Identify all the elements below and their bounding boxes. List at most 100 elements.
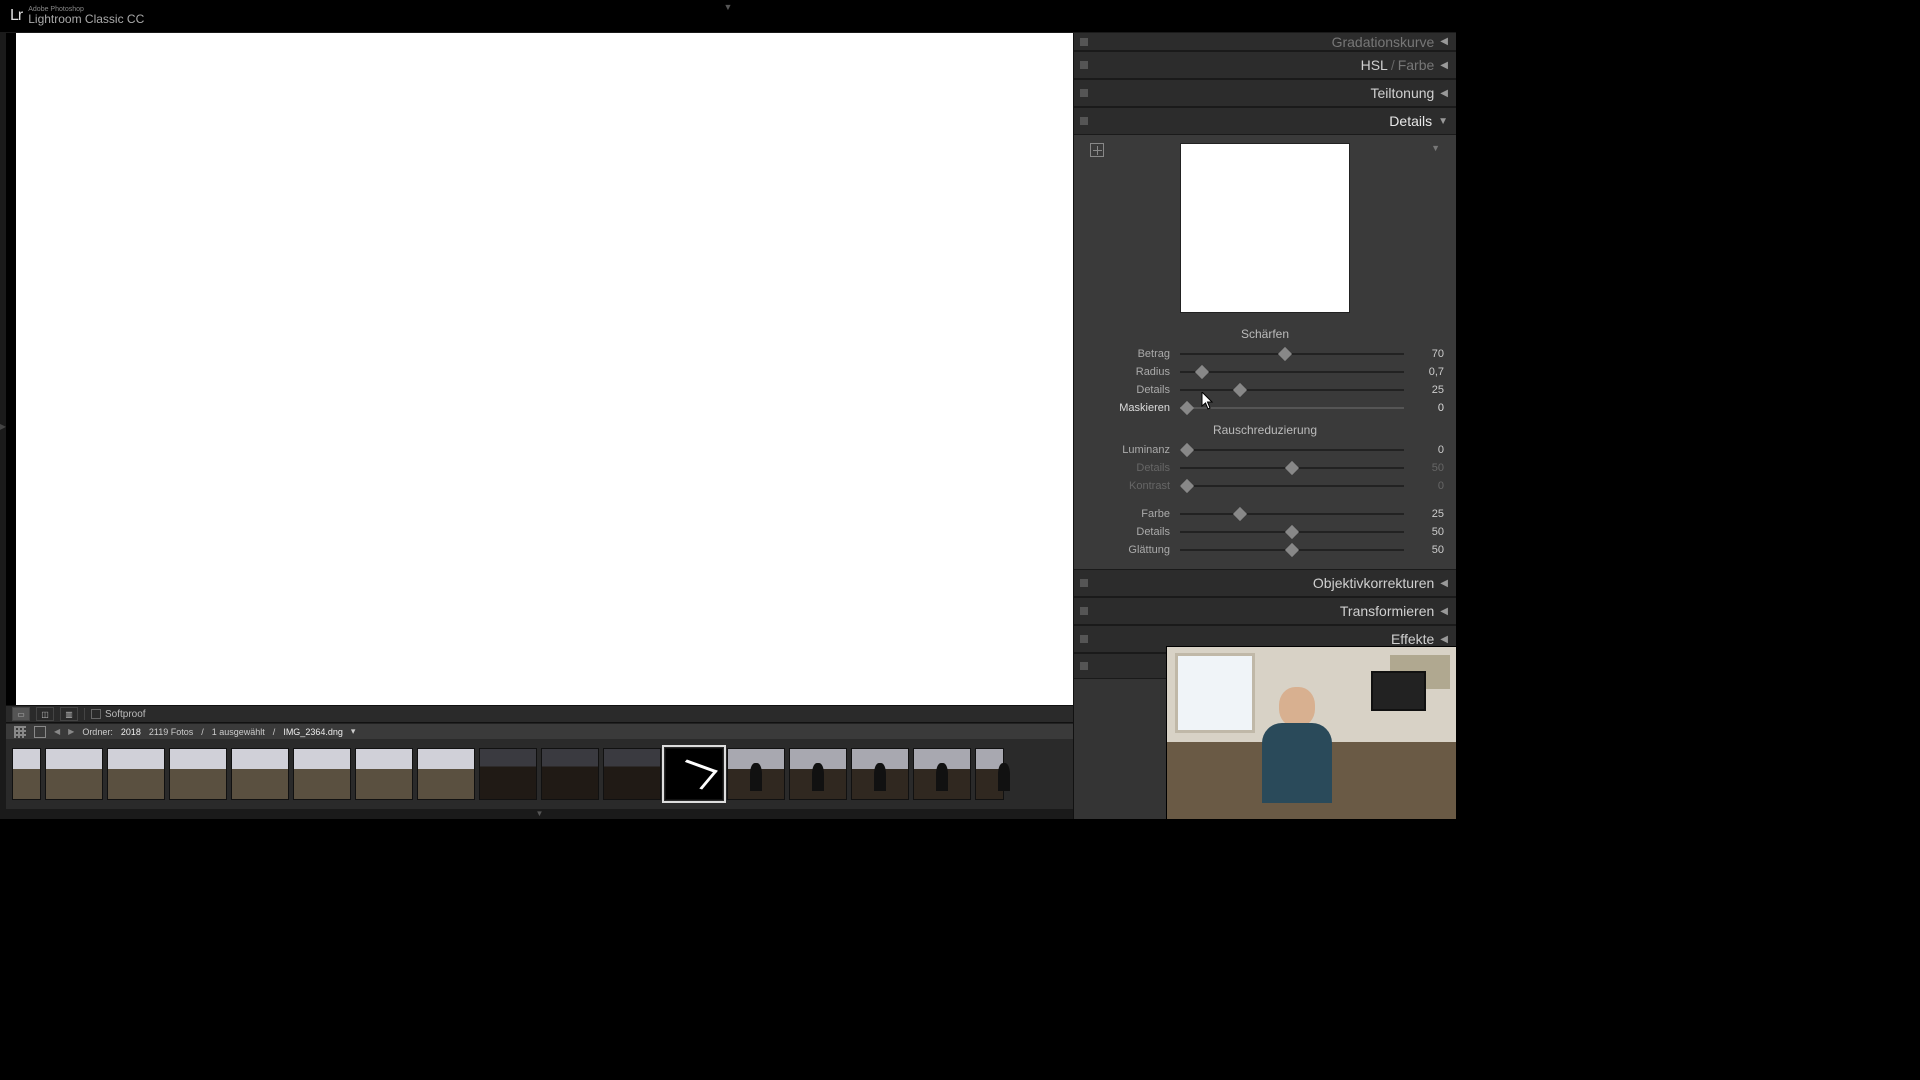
- thumbnail[interactable]: [479, 748, 537, 800]
- softproof-checkbox[interactable]: Softproof: [91, 709, 146, 720]
- panel-title: Details: [1389, 113, 1432, 129]
- view-survey-button[interactable]: ▥: [60, 707, 78, 721]
- filename-marker[interactable]: ▾: [351, 726, 356, 737]
- slider-label: Betrag: [1086, 348, 1176, 360]
- noise-color-row: Farbe 25: [1086, 505, 1444, 523]
- sharpen-masking-row: Maskieren 0: [1086, 399, 1444, 417]
- folder-name[interactable]: 2018: [121, 727, 141, 737]
- sharpen-section-title: Schärfen: [1086, 327, 1444, 341]
- thumbnail[interactable]: [789, 748, 847, 800]
- chevron-left-icon: ◀: [1440, 36, 1448, 47]
- chevron-left-icon: ◀: [1440, 60, 1448, 71]
- noise-section-title: Rauschreduzierung: [1086, 423, 1444, 437]
- thumbnail[interactable]: [417, 748, 475, 800]
- noise-color-smooth-row: Glättung 50: [1086, 541, 1444, 559]
- slider-label: Radius: [1086, 366, 1176, 378]
- thumbnail[interactable]: [293, 748, 351, 800]
- slider-label: Details: [1086, 526, 1176, 538]
- panel-lens-corrections[interactable]: Objektivkorrekturen ◀: [1074, 569, 1456, 597]
- sharpen-radius-slider[interactable]: [1180, 371, 1404, 373]
- panel-switch-icon[interactable]: [1080, 89, 1088, 97]
- thumbnail[interactable]: [913, 748, 971, 800]
- panel-transform[interactable]: Transformieren ◀: [1074, 597, 1456, 625]
- slider-value[interactable]: 50: [1408, 526, 1444, 538]
- slider-label: Details: [1086, 384, 1176, 396]
- view-loupe-button[interactable]: ▭: [12, 707, 30, 721]
- thumbnail[interactable]: [45, 748, 103, 800]
- slider-label: Details: [1086, 462, 1176, 474]
- slider-value[interactable]: 50: [1408, 544, 1444, 556]
- panel-switch-icon[interactable]: [1080, 635, 1088, 643]
- slider-value[interactable]: 0,7: [1408, 366, 1444, 378]
- thumbnail[interactable]: [541, 748, 599, 800]
- image-canvas[interactable]: [16, 33, 1073, 705]
- sharpen-radius-row: Radius 0,7: [1086, 363, 1444, 381]
- app-title: Lightroom Classic CC: [28, 13, 144, 25]
- noise-color-smooth-slider[interactable]: [1180, 549, 1404, 551]
- thumbnail[interactable]: [231, 748, 289, 800]
- thumbnail[interactable]: [107, 748, 165, 800]
- panel-switch-icon[interactable]: [1080, 117, 1088, 125]
- thumbnail-selected[interactable]: [665, 748, 723, 800]
- info-sep: /: [201, 727, 204, 737]
- thumbnail[interactable]: [12, 748, 41, 800]
- thumbnail[interactable]: [975, 748, 1004, 800]
- noise-lum-contrast-row: Kontrast 0: [1086, 477, 1444, 495]
- panel-hsl[interactable]: HSL/Farbe ◀: [1074, 51, 1456, 79]
- panel-switch-icon[interactable]: [1080, 579, 1088, 587]
- slider-value[interactable]: 25: [1408, 508, 1444, 520]
- thumbnail[interactable]: [851, 748, 909, 800]
- slider-value[interactable]: 25: [1408, 384, 1444, 396]
- detail-preview[interactable]: [1180, 143, 1350, 313]
- slider-value[interactable]: 70: [1408, 348, 1444, 360]
- filmstrip[interactable]: [6, 739, 1073, 809]
- chevron-left-icon: ◀: [1440, 578, 1448, 589]
- loupe-toolbar: ▭ ◫ ▥ Softproof: [6, 705, 1073, 723]
- selected-count: 1 ausgewählt: [212, 727, 265, 737]
- panel-tone-curve[interactable]: Gradationskurve ◀: [1074, 33, 1456, 51]
- noise-luminance-slider[interactable]: [1180, 449, 1404, 451]
- noise-color-detail-slider[interactable]: [1180, 531, 1404, 533]
- thumbnail[interactable]: [355, 748, 413, 800]
- sharpen-detail-slider[interactable]: [1180, 389, 1404, 391]
- filmstrip-info-bar: ◀ ▶ Ordner: 2018 2119 Fotos / 1 ausgewäh…: [6, 723, 1073, 739]
- nav-back-icon[interactable]: ◀: [54, 727, 60, 736]
- nav-fwd-icon[interactable]: ▶: [68, 727, 74, 736]
- sharpen-amount-slider[interactable]: [1180, 353, 1404, 355]
- toolbar-divider: [84, 708, 85, 720]
- panel-switch-icon[interactable]: [1080, 61, 1088, 69]
- sharpen-masking-slider[interactable]: [1180, 407, 1404, 409]
- panel-switch-icon[interactable]: [1080, 607, 1088, 615]
- panel-switch-icon[interactable]: [1080, 38, 1088, 46]
- top-panel-toggle-icon[interactable]: ▼: [724, 2, 733, 12]
- softproof-label: Softproof: [105, 709, 146, 720]
- current-filename: IMG_2364.dng: [283, 727, 343, 737]
- detail-target-icon[interactable]: [1090, 143, 1104, 157]
- panel-title-b: Farbe: [1398, 57, 1435, 73]
- slider-label: Maskieren: [1086, 402, 1176, 414]
- panel-title: Transformieren: [1340, 603, 1434, 619]
- chevron-down-icon[interactable]: ▼: [1431, 143, 1440, 153]
- panel-title-a: HSL: [1361, 57, 1388, 73]
- panel-title: Gradationskurve: [1332, 34, 1435, 50]
- app-logo: Lr: [10, 7, 22, 25]
- slider-value[interactable]: 0: [1408, 402, 1444, 414]
- noise-lum-detail-slider: [1180, 467, 1404, 469]
- noise-color-slider[interactable]: [1180, 513, 1404, 515]
- grid-icon[interactable]: [14, 726, 26, 738]
- chevron-left-icon: ◀: [1440, 634, 1448, 645]
- thumbnail[interactable]: [603, 748, 661, 800]
- webcam-overlay: [1166, 646, 1456, 819]
- slider-value[interactable]: 0: [1408, 444, 1444, 456]
- panel-split-toning[interactable]: Teiltonung ◀: [1074, 79, 1456, 107]
- noise-color-detail-row: Details 50: [1086, 523, 1444, 541]
- second-window-icon[interactable]: [34, 726, 46, 738]
- thumbnail[interactable]: [169, 748, 227, 800]
- thumbnail[interactable]: [727, 748, 785, 800]
- view-compare-button[interactable]: ◫: [36, 707, 54, 721]
- panel-details[interactable]: Details ▼: [1074, 107, 1456, 135]
- chevron-left-icon: ◀: [1440, 606, 1448, 617]
- panel-switch-icon[interactable]: [1080, 662, 1088, 670]
- app-header: Lr Adobe Photoshop Lightroom Classic CC …: [0, 0, 1456, 33]
- filmstrip-toggle[interactable]: ▼: [6, 809, 1073, 819]
